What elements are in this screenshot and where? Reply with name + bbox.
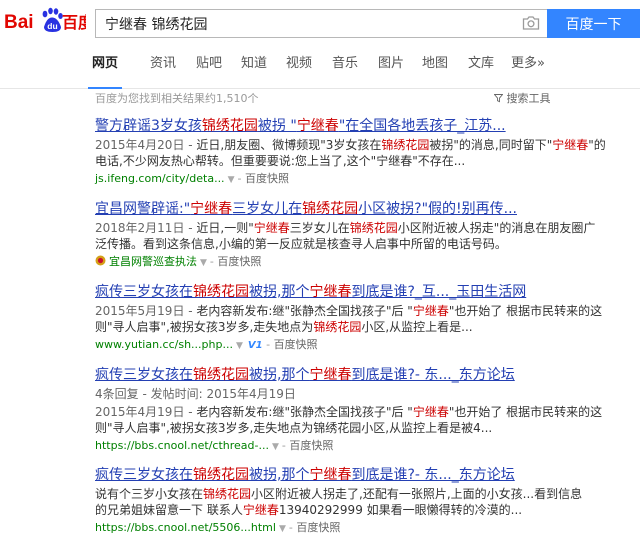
search-tools-button[interactable]: 搜索工具 — [493, 90, 551, 106]
search-tabs: 网页 资讯 贴吧 知道 视频 音乐 图片 地图 文库 更多» — [87, 52, 640, 89]
result-title-link[interactable]: 疯传三岁女孩在锦绣花园被拐,那个宁继春到底是谁?_互..._玉田生活网 — [95, 283, 625, 301]
result-url[interactable]: js.ifeng.com/city/deta... — [95, 172, 225, 185]
result-snippet: 说有个三岁小女孩在锦绣花园小区附近被人拐走了,还配有一张照片,上面的小女孩...… — [95, 487, 583, 517]
snapshot-link[interactable]: 百度快照 — [217, 255, 261, 268]
search-button[interactable]: 百度一下 — [547, 9, 640, 38]
result-title-link[interactable]: 警方辟谣3岁女孩锦绣花园被拐 "宁继春"在全国各地丢孩子_江苏... — [95, 117, 625, 135]
result-title-link[interactable]: 宜昌网警辟谣:"宁继春三岁女儿在锦绣花园小区被拐?"假的!别再传... — [95, 200, 625, 218]
result-snippet: 2015年5月19日 - 老内容新发布:继"张静杰全国找孩子"后 "宁继春"也开… — [95, 304, 603, 334]
funnel-icon — [493, 94, 504, 103]
tab-map[interactable]: 地图 — [422, 52, 448, 88]
chevron-down-icon[interactable]: ▼ — [236, 341, 243, 351]
svg-text:du: du — [47, 21, 57, 31]
result-url-row: www.yutian.cc/sh...php... ▼ V1 - 百度快照 — [95, 338, 318, 351]
chevron-down-icon[interactable]: ▼ — [228, 175, 235, 185]
tab-images[interactable]: 图片 — [378, 52, 404, 88]
chevron-down-icon[interactable]: ▼ — [279, 524, 286, 534]
result-url-row: js.ifeng.com/city/deta... ▼ - 百度快照 — [95, 172, 289, 185]
search-result: 疯传三岁女孩在锦绣花园被拐,那个宁继春到底是谁?- 东..._东方论坛 4条回复… — [95, 366, 625, 455]
result-url-row: 宜昌网警巡查执法 ▼ - 百度快照 — [95, 254, 625, 271]
chevron-down-icon[interactable]: ▼ — [272, 442, 279, 452]
camera-icon[interactable] — [522, 15, 540, 31]
chevron-down-icon[interactable]: ▼ — [200, 258, 207, 268]
result-url[interactable]: https://bbs.cnool.net/5506...html — [95, 521, 276, 534]
result-meta: 4条回复 - 发帖时间: 2015年4月19日 — [95, 387, 296, 401]
result-url-row: https://bbs.cnool.net/5506...html ▼ - 百度快照 — [95, 521, 341, 534]
search-result: 警方辟谣3岁女孩锦绣花园被拐 "宁继春"在全国各地丢孩子_江苏... 2015年… — [95, 117, 625, 188]
tab-news[interactable]: 资讯 — [150, 52, 176, 88]
result-title-link[interactable]: 疯传三岁女孩在锦绣花园被拐,那个宁继春到底是谁?- 东..._东方论坛 — [95, 466, 625, 484]
tab-tieba[interactable]: 贴吧 — [196, 52, 222, 88]
search-result: 疯传三岁女孩在锦绣花园被拐,那个宁继春到底是谁?_互..._玉田生活网 2015… — [95, 283, 625, 354]
svg-text:Bai: Bai — [4, 12, 34, 33]
baidu-logo[interactable]: Bai du 百度 — [4, 2, 95, 38]
tab-more[interactable]: 更多» — [511, 52, 545, 88]
tab-zhidao[interactable]: 知道 — [241, 52, 267, 88]
search-input[interactable] — [95, 9, 547, 38]
tab-wenku[interactable]: 文库 — [468, 52, 494, 88]
snapshot-link[interactable]: 百度快照 — [274, 338, 318, 351]
search-result: 疯传三岁女孩在锦绣花园被拐,那个宁继春到底是谁?- 东..._东方论坛 说有个三… — [95, 466, 625, 537]
result-url-row: https://bbs.cnool.net/cthread-... ▼ - 百度快照 — [95, 439, 334, 452]
snapshot-link[interactable]: 百度快照 — [296, 521, 340, 534]
search-tools-label: 搜索工具 — [506, 92, 551, 105]
result-snippet: 2015年4月20日 - 近日,朋友圈、微博频现"3岁女孩在锦绣花园被拐"的消息… — [95, 138, 606, 168]
result-title-link[interactable]: 疯传三岁女孩在锦绣花园被拐,那个宁继春到底是谁?- 东..._东方论坛 — [95, 366, 625, 384]
search-result: 宜昌网警辟谣:"宁继春三岁女儿在锦绣花园小区被拐?"假的!别再传... 2018… — [95, 200, 625, 271]
result-snippet: 2015年4月19日 - 老内容新发布:继"张静杰全国找孩子"后 "宁继春"也开… — [95, 405, 603, 435]
result-url[interactable]: 宜昌网警巡查执法 — [109, 255, 197, 268]
result-url[interactable]: https://bbs.cnool.net/cthread-... — [95, 439, 269, 452]
tab-web[interactable]: 网页 — [87, 52, 123, 89]
snapshot-link[interactable]: 百度快照 — [245, 172, 289, 185]
result-count: 百度为您找到相关结果约1,510个 — [95, 92, 259, 105]
svg-text:百度: 百度 — [62, 13, 86, 32]
result-url[interactable]: www.yutian.cc/sh...php... — [95, 338, 233, 351]
tab-music[interactable]: 音乐 — [332, 52, 358, 88]
header: Bai du 百度 百度一下 网页 资讯 贴吧 知道 视频 音乐 图片 地图 文… — [0, 0, 640, 89]
police-badge-icon — [95, 255, 106, 266]
snapshot-link[interactable]: 百度快照 — [289, 439, 333, 452]
v1-verified-badge[interactable]: V1 — [248, 340, 263, 351]
baidu-logo-graphic: Bai du 百度 — [4, 7, 95, 33]
result-snippet: 2018年2月11日 - 近日,一则"宁继春三岁女儿在锦绣花园小区附近被人拐走"… — [95, 221, 596, 251]
tab-video[interactable]: 视频 — [286, 52, 312, 88]
